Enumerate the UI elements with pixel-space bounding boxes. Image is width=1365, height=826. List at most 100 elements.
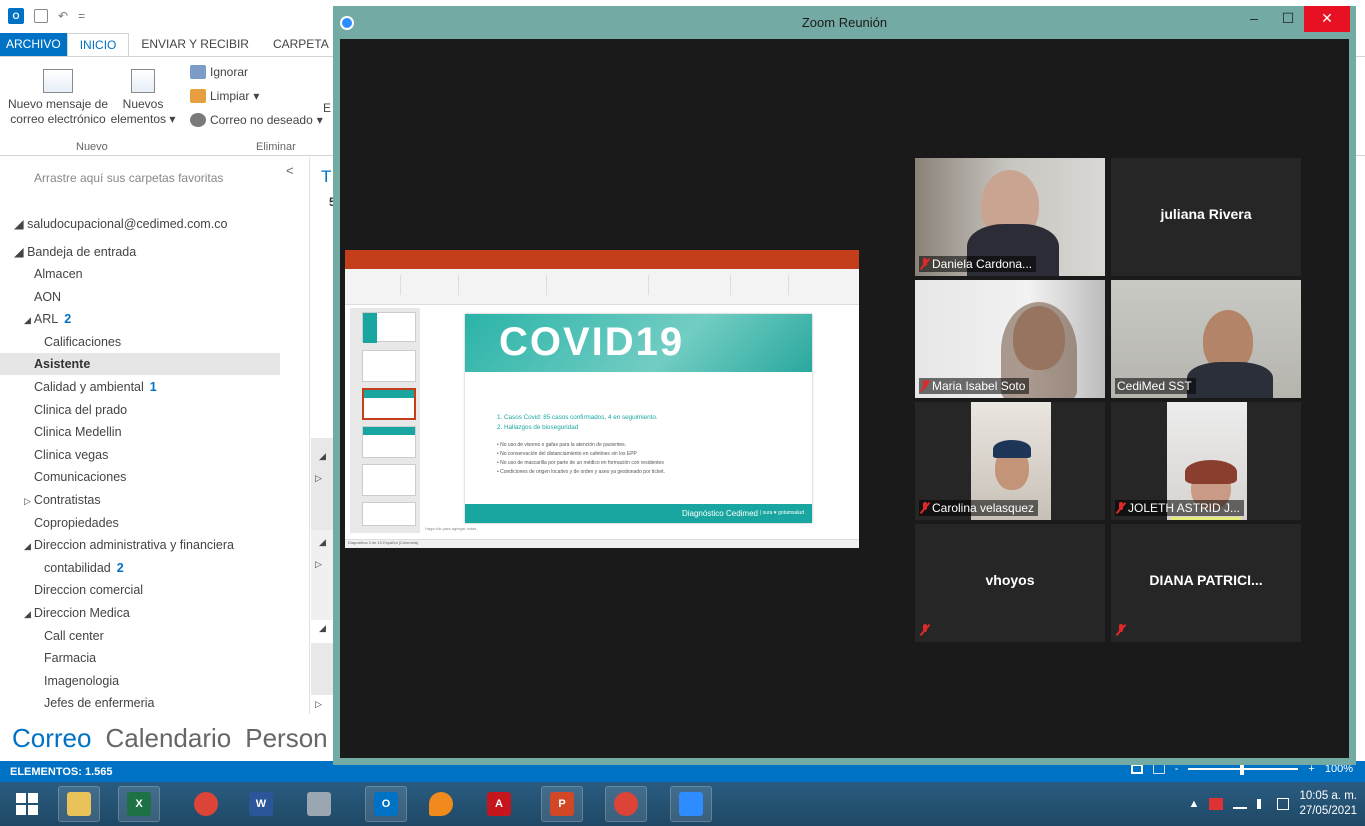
qat-overflow[interactable]: = (78, 9, 85, 23)
thumbnail-band (363, 313, 377, 343)
ppt-ribbon-group (461, 275, 547, 295)
volume-icon[interactable] (1257, 799, 1267, 809)
folder-item[interactable]: ◢ Direccion administrativa y financiera (0, 534, 280, 556)
nav-calendar[interactable]: Calendario (105, 723, 231, 754)
message-list-header: T (321, 167, 332, 186)
folder-item[interactable]: ◢ Direccion Medica (0, 602, 280, 624)
account-node[interactable]: ◢ saludocupacional@cedimed.com.co (0, 213, 280, 235)
taskbar-flame[interactable] (420, 786, 462, 822)
clean-icon (190, 89, 206, 103)
collapse-icon[interactable]: ◢ (319, 537, 326, 548)
clean-button[interactable]: Limpiar ▾ (190, 89, 259, 103)
taskbar-word[interactable]: W (240, 786, 282, 822)
tab-archivo[interactable]: ARCHIVO (0, 33, 67, 57)
folder-item[interactable]: Calificaciones (0, 331, 280, 353)
participant-tile[interactable]: vhoyos (915, 524, 1105, 642)
maximize-button[interactable]: ☐ (1272, 6, 1304, 32)
taskbar-acrobat[interactable]: A (478, 786, 520, 822)
nav-people[interactable]: Person (245, 723, 327, 754)
expand-icon[interactable]: ▷ (315, 473, 322, 484)
slide-thumbnail[interactable] (362, 464, 416, 496)
close-button[interactable]: ✕ (1304, 6, 1350, 32)
taskbar-calculator[interactable] (298, 786, 340, 822)
folder-item[interactable]: Imagenologia (0, 670, 280, 692)
taskbar-outlook[interactable]: O (365, 786, 407, 822)
folder-item[interactable]: Calidad y ambiental 1 (0, 376, 280, 398)
folder-icon (67, 792, 91, 816)
folder-item[interactable]: contabilidad 2 (0, 557, 280, 579)
language-icon[interactable] (1277, 798, 1290, 810)
participant-tile[interactable]: DIANA PATRICI... (1111, 524, 1301, 642)
folder-item[interactable]: Clinica del prado (0, 399, 280, 421)
taskbar-powerpoint[interactable]: P (541, 786, 583, 822)
folder-label: Imagenologia (44, 673, 120, 688)
collapse-icon[interactable]: ◢ (319, 623, 326, 634)
folder-item[interactable]: Almacen (0, 263, 280, 285)
slide-thumbnail[interactable] (362, 312, 416, 343)
folder-inbox[interactable]: ◢ Bandeja de entrada (0, 241, 280, 263)
clock-time: 10:05 a. m. (1299, 790, 1357, 802)
folder-item[interactable]: Asistente (0, 353, 280, 376)
word-icon: W (249, 792, 273, 816)
taskbar-explorer[interactable] (58, 786, 100, 822)
folder-item[interactable]: Jefes de enfermeria (0, 692, 280, 714)
participant-tile[interactable]: Daniela Cardona... (915, 158, 1105, 276)
participant-tile[interactable]: Carolina velasquez (915, 402, 1105, 520)
network-icon[interactable] (1233, 799, 1248, 809)
save-icon[interactable] (34, 9, 48, 23)
folder-item[interactable]: Clinica Medellin (0, 421, 280, 443)
expand-icon[interactable]: ▷ (315, 699, 322, 710)
collapse-icon[interactable]: ◢ (319, 451, 326, 462)
clock[interactable]: 10:05 a. m. 27/05/2021 (1299, 789, 1357, 819)
collapse-icon[interactable]: ◢ (24, 541, 31, 551)
folder-item[interactable]: Copropiedades (0, 512, 280, 534)
slide-thumbnail[interactable] (362, 502, 416, 526)
collapse-pane-icon[interactable]: < (286, 163, 294, 178)
folder-item[interactable]: Farmacia (0, 647, 280, 669)
taskbar-zoom[interactable] (670, 786, 712, 822)
chrome-profile-icon (614, 792, 638, 816)
slide-thumbnail-selected[interactable] (362, 388, 416, 420)
tray-flag-icon[interactable] (1209, 798, 1224, 810)
truncated-button[interactable]: E (323, 101, 331, 115)
taskbar-start[interactable] (6, 786, 48, 822)
junk-button[interactable]: Correo no deseado ▾ (190, 113, 323, 127)
participant-name: CediMed SST (1117, 379, 1192, 393)
shared-screen[interactable]: COVID19 1. Casos Covid: 85 casos confirm… (345, 250, 859, 548)
tab-enviar-recibir[interactable]: ENVIAR Y RECIBIR (129, 33, 261, 57)
slide-thumbnail[interactable] (362, 350, 416, 382)
nav-mail[interactable]: Correo (12, 723, 91, 754)
ignore-button[interactable]: Ignorar (190, 65, 248, 79)
folder-item[interactable]: Comunicaciones (0, 466, 280, 488)
folder-item[interactable]: AON (0, 286, 280, 308)
participant-tile[interactable]: Maria Isabel Soto (915, 280, 1105, 398)
minimize-button[interactable]: – (1238, 6, 1270, 32)
folder-item[interactable]: Direccion comercial (0, 579, 280, 601)
zoom-titlebar[interactable]: Zoom Reunión – ☐ ✕ (333, 6, 1356, 39)
tab-carpeta[interactable]: CARPETA (261, 33, 341, 57)
new-items-button[interactable]: Nuevos elementos ▾ (110, 61, 176, 127)
taskbar-excel[interactable]: X (118, 786, 160, 822)
taskbar-chrome-profile[interactable] (605, 786, 647, 822)
new-email-button[interactable]: Nuevo mensaje de correo electrónico (6, 61, 110, 127)
slide-thumbnail[interactable] (362, 426, 416, 458)
taskbar-chrome[interactable] (185, 786, 227, 822)
participant-tile[interactable]: juliana Rivera (1111, 158, 1301, 276)
expand-icon[interactable]: ▷ (24, 496, 31, 506)
participant-tile[interactable]: JOLETH ASTRID J... (1111, 402, 1301, 520)
participant-tile-active-speaker[interactable]: CediMed SST (1111, 280, 1301, 398)
folder-item[interactable]: Call center (0, 625, 280, 647)
tray-up-icon[interactable]: ▲ (1189, 798, 1200, 810)
expand-icon[interactable]: ▷ (315, 559, 322, 570)
zoom-slider[interactable] (1188, 763, 1299, 775)
tab-inicio[interactable]: INICIO (66, 33, 130, 57)
collapse-icon[interactable]: ◢ (24, 609, 31, 619)
collapse-icon[interactable]: ◢ (24, 315, 31, 325)
folder-item[interactable]: ◢ ARL 2 (0, 308, 280, 330)
zoom-title: Zoom Reunión (801, 15, 888, 30)
normal-view-icon[interactable] (1130, 764, 1143, 774)
undo-icon[interactable]: ↶ (58, 9, 68, 23)
folder-item[interactable]: Clinica vegas (0, 444, 280, 466)
folder-item[interactable]: ▷ Contratistas (0, 489, 280, 511)
reading-view-icon[interactable] (1152, 764, 1165, 774)
